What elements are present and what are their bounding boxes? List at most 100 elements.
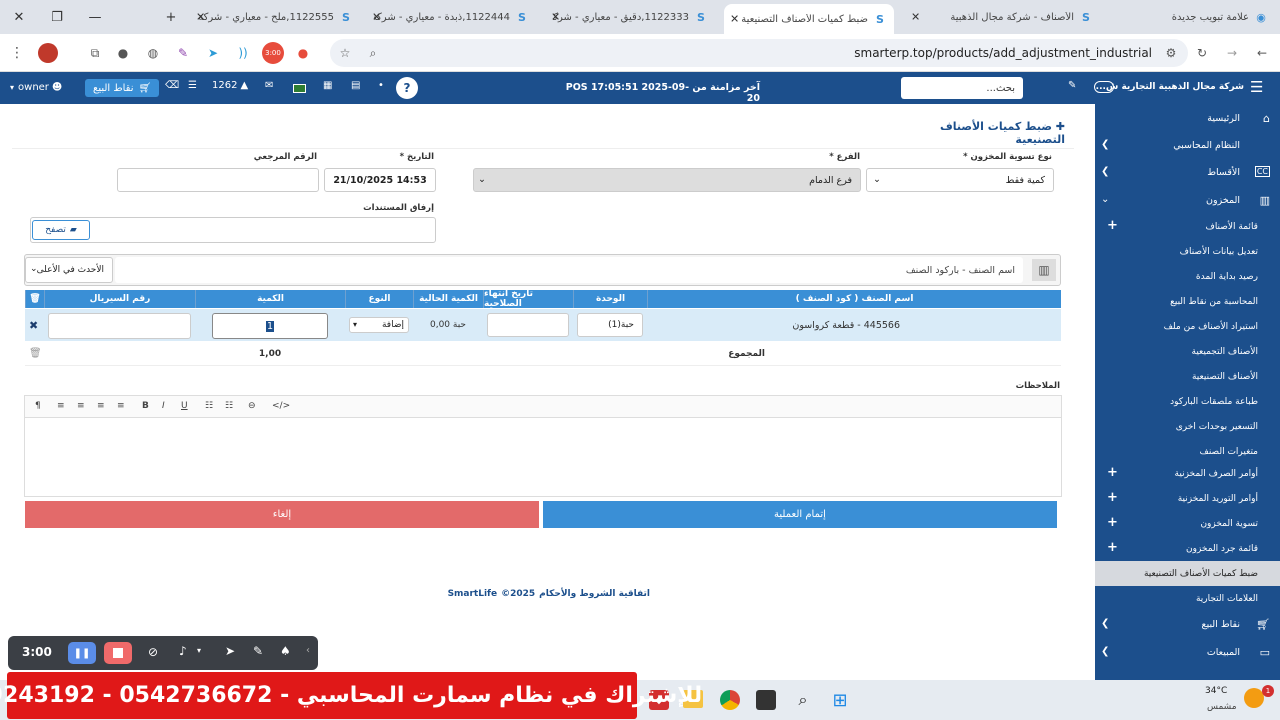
tab-close-icon[interactable]: ✕: [911, 11, 920, 24]
pos-button[interactable]: نقاط البيع 🛒︎: [85, 79, 160, 97]
plus-icon[interactable]: +: [1107, 218, 1118, 233]
sidebar-item-accounting[interactable]: النظام المحاسبي ❯: [1095, 133, 1280, 158]
url-bar[interactable]: ☆ ⌕ smarterp.top/products/add_adjustment…: [330, 39, 1188, 67]
tab-flour[interactable]: S 1122333,دقيق - معياري - شركة ✕: [545, 4, 715, 30]
underline-icon[interactable]: U: [181, 401, 188, 411]
sidebar-item-barcode-print[interactable]: طباعة ملصقات الباركود: [1095, 389, 1280, 414]
sidebar-item-installments[interactable]: CC الأقساط ❯: [1095, 160, 1280, 185]
code-icon[interactable]: </>: [272, 401, 290, 411]
red-extension-icon[interactable]: ●: [294, 44, 312, 62]
menu-dots-icon[interactable]: ⋮: [8, 44, 26, 62]
row-unit-select[interactable]: حبة(1): [577, 313, 643, 337]
window-close-icon[interactable]: ✕: [0, 0, 38, 34]
sidebar-item-sales[interactable]: ▭ المبيعات ❯: [1095, 640, 1280, 665]
reload-icon[interactable]: ↻: [1193, 44, 1211, 62]
item-search-input[interactable]: اسم الصنف - باركود الصنف: [115, 257, 1023, 283]
eraser-icon[interactable]: ⌫: [165, 80, 179, 91]
notes-editor[interactable]: ¶ ≡ ≡ ≡ ≡ B I U ☷ ☷ ⊖ </>: [24, 395, 1062, 497]
stop-button[interactable]: [104, 642, 132, 664]
tab-close-icon[interactable]: ✕: [196, 11, 205, 24]
mail-icon[interactable]: ✉: [265, 80, 273, 91]
bold-icon[interactable]: B: [142, 401, 149, 411]
url-text[interactable]: smarterp.top/products/add_adjustment_ind…: [854, 46, 1152, 60]
tab-adjust-industrial[interactable]: S ضبط كميات الأصناف التصنيعية ✕: [724, 4, 894, 34]
app-taskbar-icon[interactable]: [756, 690, 776, 710]
row-serial-input[interactable]: [48, 313, 191, 339]
new-tab-icon[interactable]: +: [152, 0, 190, 34]
star-icon[interactable]: ☆: [336, 44, 354, 62]
extensions-icon[interactable]: ⧉: [86, 44, 104, 62]
globe-icon[interactable]: ◍: [144, 44, 162, 62]
date-input[interactable]: 21/10/2025 14:53: [324, 168, 436, 192]
tab-close-icon[interactable]: ✕: [551, 11, 560, 24]
paragraph-icon[interactable]: ¶: [35, 401, 41, 411]
shield-icon[interactable]: ●: [114, 44, 132, 62]
sidebar-item-adjust-industrial[interactable]: ضبط كميات الأصناف التصنيعية: [1095, 561, 1280, 586]
chevron-left-icon[interactable]: ‹: [306, 645, 310, 656]
row-type-select[interactable]: إضافة ▾: [349, 317, 409, 333]
sort-select[interactable]: الأحدث في الأعلى ⌄: [25, 257, 113, 283]
sidebar-item-pos-accounting[interactable]: المحاسبة من نقاط البيع: [1095, 289, 1280, 314]
sidebar-item-home[interactable]: ⌂ الرئيسية: [1095, 106, 1280, 131]
attach-input[interactable]: ▰ تصفح: [30, 217, 436, 243]
italic-icon[interactable]: I: [162, 401, 165, 411]
row-expiry-input[interactable]: [487, 313, 569, 337]
calculator-icon[interactable]: ▤: [351, 80, 360, 91]
window-restore-icon[interactable]: ❐: [38, 0, 76, 34]
sidebar-item-pos[interactable]: 🛒︎ نقاط البيع ❯: [1095, 612, 1280, 637]
sidebar-item-other-units[interactable]: التسعير بوحدات اخرى: [1095, 414, 1280, 439]
plus-icon[interactable]: +: [1107, 515, 1118, 530]
sidebar-item-bundle-items[interactable]: الأصناف التجميعية: [1095, 339, 1280, 364]
sidebar-item-supply-orders[interactable]: أوامر التوريد المخزنية +: [1095, 486, 1280, 511]
alerts-button[interactable]: 1262 ▲: [212, 80, 248, 91]
extension-avatar-icon[interactable]: [38, 43, 58, 63]
align-center-icon[interactable]: ≡: [77, 401, 85, 411]
row-remove-icon[interactable]: ✖: [29, 319, 38, 332]
wifi-extension-icon[interactable]: )): [234, 44, 252, 62]
tab-close-icon[interactable]: ✕: [730, 13, 739, 26]
broom-icon[interactable]: ♠: [280, 644, 291, 658]
cursor-icon[interactable]: ➤: [225, 644, 235, 658]
user-menu[interactable]: ▾ owner ☻: [10, 82, 62, 93]
back-icon[interactable]: ←: [1253, 44, 1271, 62]
calendar-icon[interactable]: ▦: [323, 80, 332, 91]
window-minimize-icon[interactable]: —: [76, 0, 114, 34]
notification-badge[interactable]: 1: [1262, 685, 1274, 697]
site-settings-icon[interactable]: ⚙: [1162, 44, 1180, 62]
sidebar-item-industrial-items[interactable]: الأصناف التصنيعية: [1095, 364, 1280, 389]
tab-items[interactable]: S الأصناف - شركة مجال الذهبية ✕: [905, 4, 1100, 30]
link-icon[interactable]: ⊖: [248, 401, 256, 411]
sidebar-item-opening-balance[interactable]: رصيد بداية المدة: [1095, 264, 1280, 289]
sidebar-item-issue-orders[interactable]: أوامر الصرف المخزنية +: [1095, 461, 1280, 486]
browse-button[interactable]: ▰ تصفح: [32, 220, 90, 240]
justify-icon[interactable]: ≡: [117, 401, 125, 411]
submit-button[interactable]: إتمام العملية: [543, 501, 1057, 528]
pen-extension-icon[interactable]: ✎: [174, 44, 192, 62]
tab-salt[interactable]: S 1122555,ملح - معياري - شركة ✕: [190, 4, 360, 30]
sidebar-item-import-items[interactable]: استيراد الأصناف من ملف: [1095, 314, 1280, 339]
plus-icon[interactable]: +: [1107, 540, 1118, 555]
windows-start-icon[interactable]: ⊞: [830, 690, 850, 711]
align-left-icon[interactable]: ≡: [57, 401, 65, 411]
sidebar-item-inventory[interactable]: ▥ المخزون ⌄: [1095, 188, 1280, 213]
trash-icon[interactable]: 🗑︎: [29, 348, 42, 359]
sidebar-item-items-list[interactable]: قائمة الأصناف +: [1095, 214, 1280, 239]
barcode-icon[interactable]: ▥: [1032, 259, 1056, 281]
zoom-icon[interactable]: ⌕: [364, 44, 382, 62]
sidebar-item-brands[interactable]: العلامات التجارية: [1095, 586, 1280, 611]
tab-close-icon[interactable]: ✕: [372, 11, 381, 24]
sidebar-item-stock-settlement[interactable]: تسوية المخزون +: [1095, 511, 1280, 536]
microphone-icon[interactable]: ♪: [179, 644, 187, 658]
forward-icon[interactable]: →: [1223, 44, 1241, 62]
chevron-down-icon[interactable]: ▾: [197, 646, 201, 655]
row-qty-input[interactable]: 1: [212, 313, 328, 339]
list-icon[interactable]: ☰: [188, 80, 197, 91]
pen-icon[interactable]: ✎: [253, 644, 263, 658]
tab-butter[interactable]: S 1122444,ذبدة - معياري - شركة ✕: [366, 4, 536, 30]
telegram-icon[interactable]: ➤: [204, 44, 222, 62]
sidebar-item-stocktake[interactable]: قائمة جرد المخزون +: [1095, 536, 1280, 561]
sidebar-item-edit-items[interactable]: تعديل بيانات الأصناف: [1095, 239, 1280, 264]
trash-icon[interactable]: 🗑︎: [25, 290, 44, 308]
pause-button[interactable]: ❚❚: [68, 642, 96, 664]
search-icon[interactable]: ⌕: [793, 690, 813, 710]
